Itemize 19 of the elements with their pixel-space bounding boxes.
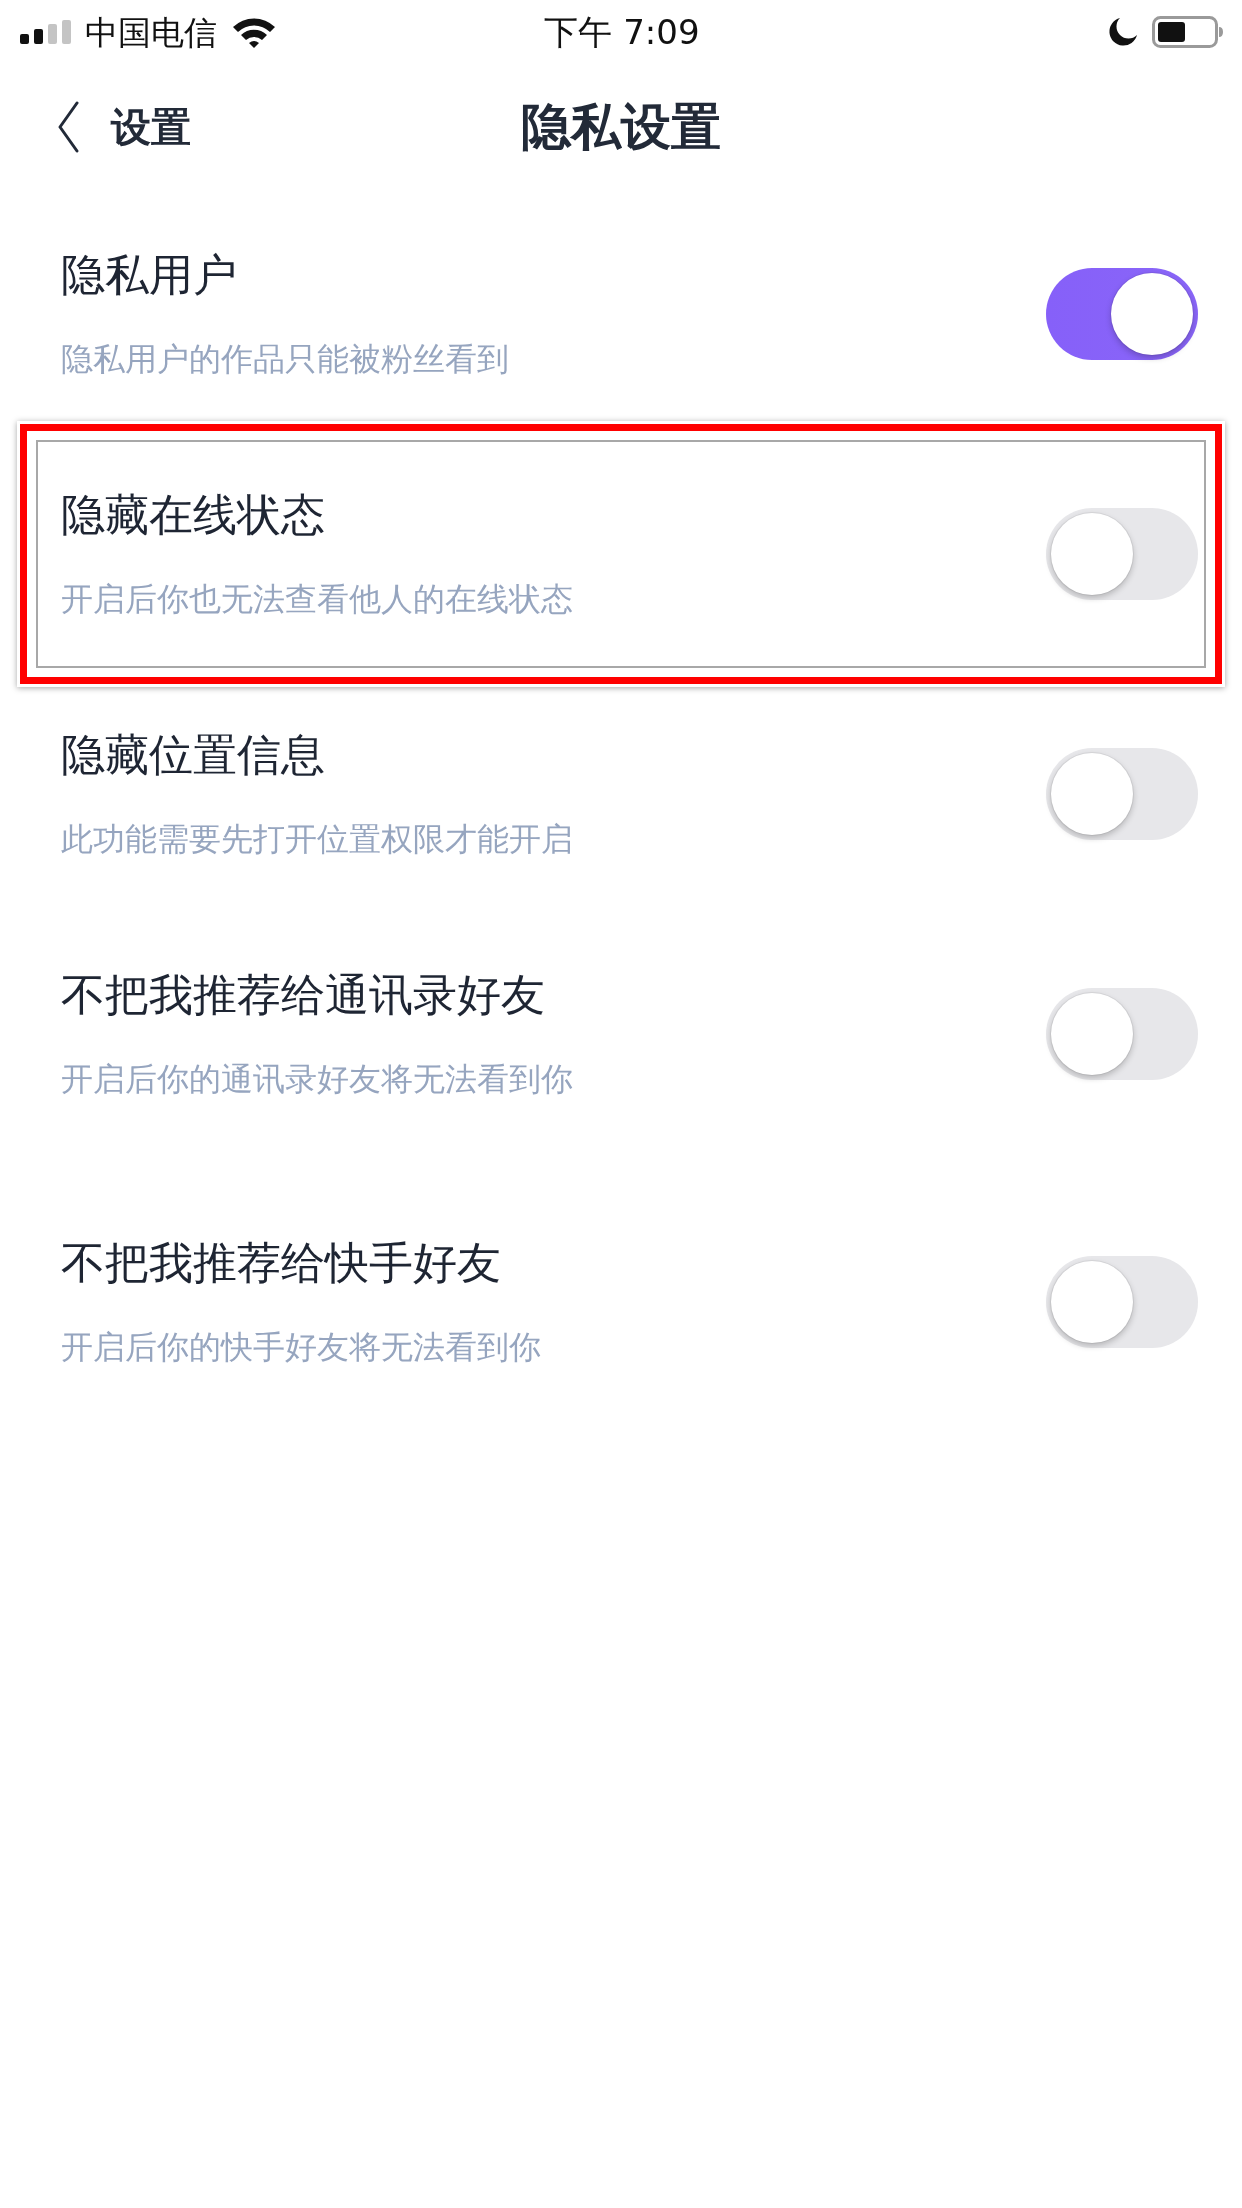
setting-title: 隐藏位置信息 xyxy=(61,729,325,783)
setting-description: 隐私用户的作品只能被粉丝看到 xyxy=(61,340,509,379)
back-chevron-icon xyxy=(57,101,79,153)
back-button[interactable]: 设置 xyxy=(57,99,191,155)
setting-description: 开启后你的快手好友将无法看到你 xyxy=(61,1328,541,1367)
setting-title: 隐藏在线状态 xyxy=(61,489,325,543)
signal-icon xyxy=(20,20,71,44)
moon-icon xyxy=(1108,17,1138,47)
setting-title: 不把我推荐给通讯录好友 xyxy=(61,969,545,1023)
setting-title: 不把我推荐给快手好友 xyxy=(61,1237,501,1291)
page-title: 隐私设置 xyxy=(521,96,721,158)
battery-icon xyxy=(1152,16,1224,48)
wifi-icon xyxy=(231,15,277,49)
carrier-name: 中国电信 xyxy=(85,15,217,49)
status-time: 下午 7:09 xyxy=(544,15,700,49)
setting-description: 开启后你也无法查看他人的在线状态 xyxy=(61,580,573,619)
setting-title: 隐私用户 xyxy=(61,249,237,303)
setting-description: 开启后你的通讯录好友将无法看到你 xyxy=(61,1060,573,1099)
setting-description: 此功能需要先打开位置权限才能开启 xyxy=(61,820,573,859)
